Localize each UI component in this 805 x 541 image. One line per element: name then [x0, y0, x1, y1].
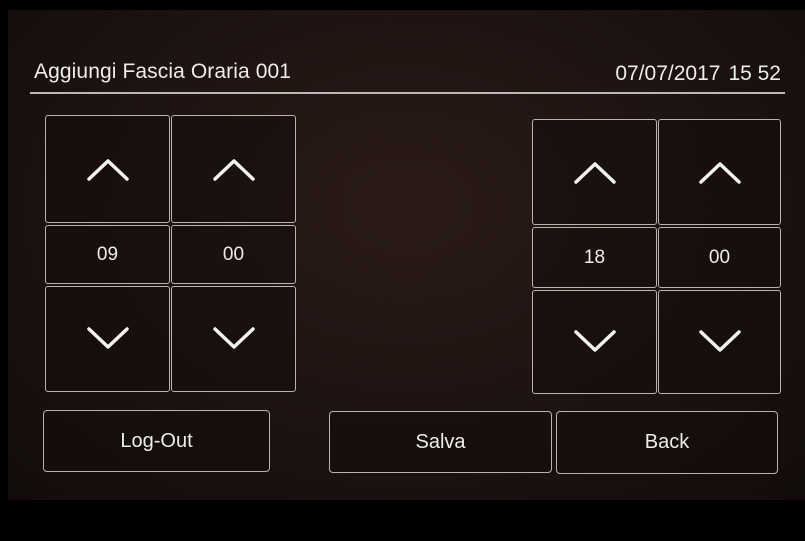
start-minute-field: 00: [171, 225, 296, 284]
chevron-up-icon: [86, 159, 129, 181]
current-date: 07/07/2017: [615, 62, 721, 85]
start-hour-value: 09: [96, 243, 119, 265]
page-title: Aggiungi Fascia Oraria 001: [34, 60, 292, 83]
end-minute-decrement-button[interactable]: [658, 290, 781, 394]
start-hour-increment-button[interactable]: [45, 115, 170, 223]
end-minute-value: 00: [708, 246, 731, 268]
save-button[interactable]: Salva: [329, 411, 552, 473]
chevron-down-icon: [212, 327, 255, 349]
back-button[interactable]: Back: [556, 411, 778, 474]
end-minute-increment-button[interactable]: [658, 119, 781, 225]
chevron-up-icon: [698, 162, 741, 184]
start-minute-decrement-button[interactable]: [171, 286, 296, 392]
chevron-down-icon: [86, 327, 129, 349]
end-minute-field: 00: [658, 227, 781, 288]
end-hour-increment-button[interactable]: [532, 119, 657, 225]
end-hour-field: 18: [532, 227, 657, 288]
start-minute-value: 00: [222, 243, 245, 265]
current-time: 15 52: [728, 62, 781, 85]
date-time-display: 07/07/2017 15 52: [615, 62, 781, 86]
header-divider: [30, 92, 785, 94]
logout-button[interactable]: Log-Out: [43, 410, 270, 472]
start-minute-increment-button[interactable]: [171, 115, 296, 223]
start-hour-field: 09: [45, 225, 170, 284]
end-hour-decrement-button[interactable]: [532, 290, 657, 394]
start-hour-decrement-button[interactable]: [45, 286, 170, 392]
chevron-down-icon: [698, 330, 741, 352]
chevron-up-icon: [573, 162, 616, 184]
chevron-up-icon: [212, 159, 255, 181]
end-hour-value: 18: [583, 246, 606, 268]
chevron-down-icon: [573, 330, 616, 352]
